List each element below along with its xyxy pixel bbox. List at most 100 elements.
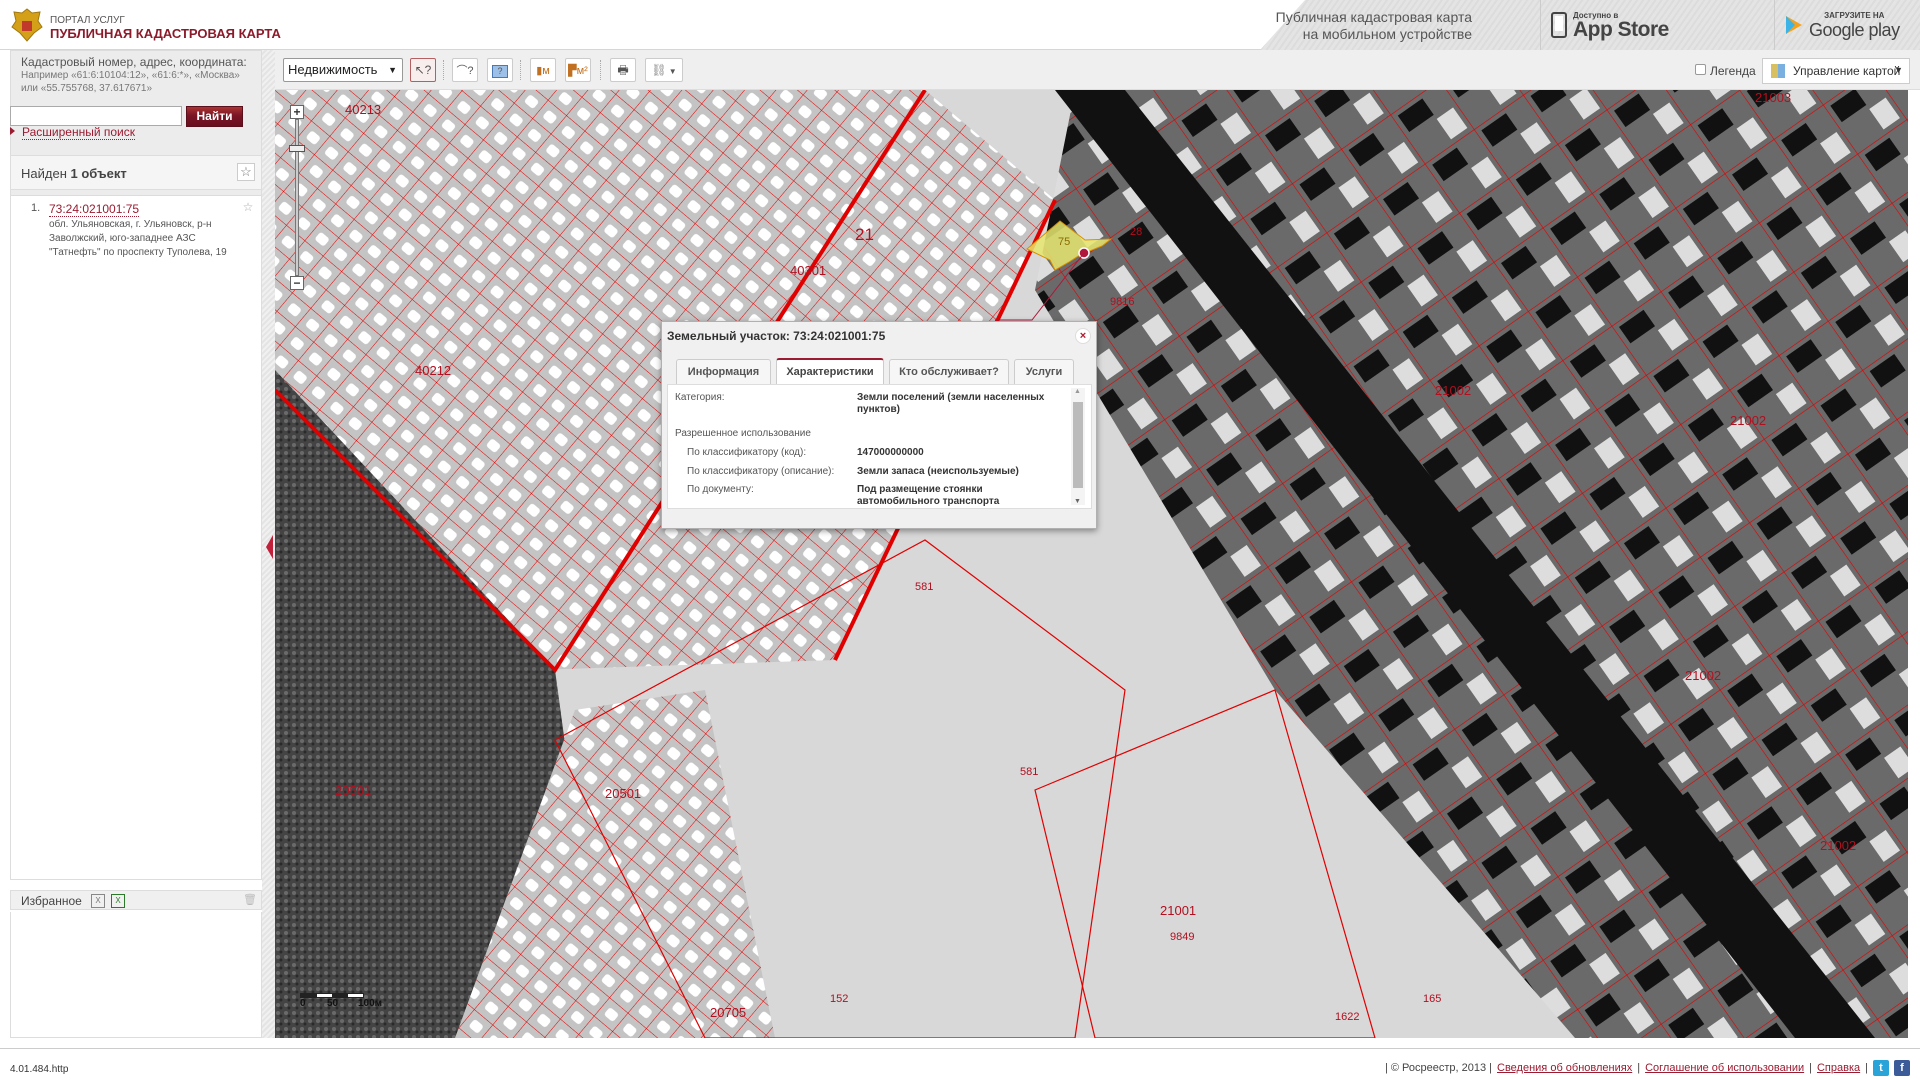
legend-checkbox[interactable]: [1695, 64, 1706, 75]
results-list: 1. 73:24:021001:75 ☆ обл. Ульяновская, г…: [10, 190, 262, 880]
map-label: 28: [1130, 226, 1142, 238]
map-label: 21002: [1820, 838, 1856, 853]
measure-length-button[interactable]: ▮м: [530, 58, 556, 82]
search-hint: Например «61:6:10104:12», «61:6:*», «Мос…: [21, 70, 240, 94]
divider: |: [1865, 1062, 1868, 1074]
map-layer: 40213 40212 40301 21 20501 20501 21001 2…: [275, 90, 1908, 1038]
terms-link[interactable]: Соглашение об использовании: [1645, 1062, 1804, 1074]
find-button[interactable]: Найти: [186, 106, 243, 127]
zoom-in-button[interactable]: +: [290, 105, 304, 119]
excel-export-icon[interactable]: X: [91, 894, 105, 908]
chain-link-icon: ⛓: [651, 63, 667, 77]
found-count: 1 объект: [70, 166, 127, 181]
appstore-big-text: App Store: [1573, 17, 1669, 41]
map-label: 152: [830, 993, 848, 1005]
map-label: 20501: [605, 786, 641, 801]
map-canvas[interactable]: 40213 40212 40301 21 20501 20501 21001 2…: [275, 90, 1908, 1038]
portal-label: ПОРТАЛ УСЛУГ: [50, 15, 125, 26]
print-button[interactable]: 🖶: [610, 58, 636, 82]
toolbar-separator: [520, 60, 521, 80]
site-title[interactable]: ПУБЛИЧНАЯ КАДАСТРОВАЯ КАРТА: [50, 26, 281, 41]
copyright-text: | © Росреестр, 2013 |: [1384, 1062, 1493, 1074]
divider: |: [1637, 1062, 1641, 1074]
map-control-button[interactable]: Управление картой ▼: [1762, 58, 1910, 84]
measure-area-button[interactable]: ▛м²: [565, 58, 591, 82]
map-label: 21003: [1755, 90, 1791, 105]
legend-label[interactable]: Легенда: [1710, 64, 1756, 78]
map-label: 581: [1020, 766, 1038, 778]
updates-link[interactable]: Сведения об обновлениях: [1497, 1062, 1632, 1074]
classifier-code-label: По классификатору (код):: [687, 447, 807, 458]
scale-label: 0: [300, 998, 306, 1009]
scroll-up-arrow-icon[interactable]: ▲: [1074, 388, 1081, 395]
twitter-icon[interactable]: t: [1873, 1060, 1889, 1076]
divider: |: [1809, 1062, 1812, 1074]
map-label: 581: [915, 581, 933, 593]
parcel-info-popup: Земельный участок: 73:24:021001:75 × Инф…: [661, 321, 1097, 529]
trash-icon[interactable]: 🗑: [243, 893, 257, 907]
characteristics-panel: Категория: Земли поселений (земли населе…: [667, 384, 1092, 509]
excel-import-icon[interactable]: X: [111, 894, 125, 908]
zoom-slider[interactable]: + −: [289, 105, 305, 290]
classifier-code-value: 147000000000: [857, 447, 924, 458]
zoom-out-button[interactable]: −: [290, 276, 304, 290]
classifier-desc-value: Земли запаса (неиспользуемые): [857, 466, 1019, 477]
layers-grid-icon: [1771, 64, 1785, 78]
phone-icon: [1551, 12, 1567, 38]
ruler-icon: ▮м: [536, 65, 550, 77]
star-all-icon[interactable]: ☆: [237, 163, 255, 181]
help-link[interactable]: Справка: [1817, 1062, 1860, 1074]
toolbar-separator: [600, 60, 601, 80]
map-label: 40213: [345, 102, 381, 117]
map-label: 21002: [1730, 413, 1766, 428]
tab-characteristics[interactable]: Характеристики: [776, 358, 884, 384]
favorites-list: [10, 912, 262, 1038]
popup-scrollbar[interactable]: ▲ ▼: [1071, 388, 1085, 505]
polygon-question-icon: ?: [492, 65, 508, 78]
tab-who-serves[interactable]: Кто обслуживает?: [889, 359, 1009, 384]
found-prefix: Найден: [21, 166, 67, 181]
scroll-down-arrow-icon[interactable]: ▼: [1074, 498, 1081, 505]
map-label: 20501: [335, 783, 371, 798]
mobile-banner-text: Публичная кадастровая карта на мобильном…: [1276, 9, 1472, 43]
link-button[interactable]: ⛓ ▼: [645, 58, 683, 82]
polygon-identify-button[interactable]: ?: [487, 58, 513, 82]
curve-identify-button[interactable]: ⌒?: [452, 58, 478, 82]
facebook-icon[interactable]: f: [1894, 1060, 1910, 1076]
document-label: По документу:: [687, 484, 754, 495]
layer-select-value: Недвижимость: [288, 62, 378, 77]
map-label: 21: [855, 225, 874, 244]
close-icon[interactable]: ×: [1075, 328, 1091, 344]
mobile-line-2: на мобильном устройстве: [1302, 26, 1472, 42]
classifier-desc-label: По классификатору (описание):: [687, 466, 835, 477]
tab-information[interactable]: Информация: [676, 359, 771, 384]
result-cadastral-link[interactable]: 73:24:021001:75: [49, 202, 140, 217]
advanced-search-link[interactable]: Расширенный поиск: [22, 125, 135, 140]
zoom-track[interactable]: [295, 119, 299, 276]
search-input[interactable]: [10, 106, 182, 126]
popup-title: Земельный участок: 73:24:021001:75: [667, 329, 886, 343]
coat-of-arms-logo[interactable]: [10, 7, 44, 43]
scale-bar: 0 50 100м: [300, 993, 382, 1012]
play-icon: [1786, 16, 1802, 34]
scroll-thumb[interactable]: [1073, 402, 1083, 488]
zoom-handle[interactable]: [289, 145, 305, 152]
google-play-button[interactable]: ЗАГРУЗИТЕ НА Google play: [1774, 0, 1904, 50]
tab-services[interactable]: Услуги: [1014, 359, 1074, 384]
favorites-label: Избранное: [21, 894, 82, 908]
identify-tool-button[interactable]: ↖?: [410, 58, 436, 82]
map-label: 9849: [1170, 931, 1194, 943]
app-store-button[interactable]: Доступно в App Store: [1540, 0, 1670, 50]
star-icon[interactable]: ☆: [241, 200, 255, 214]
footer-links: | © Росреестр, 2013 | Сведения об обновл…: [1385, 1060, 1910, 1076]
dropdown-arrow-icon: ▼: [666, 67, 677, 76]
map-label: 21002: [1685, 668, 1721, 683]
map-label: 20705: [710, 1005, 746, 1020]
collapse-panel-arrow-icon[interactable]: [266, 535, 273, 559]
map-label: 9816: [1110, 296, 1134, 308]
gplay-big-text: Google play: [1809, 19, 1900, 40]
layer-select[interactable]: Недвижимость ▼: [283, 58, 403, 82]
results-header: Найден 1 объект ☆: [10, 155, 262, 190]
curve-question-icon: ⌒?: [456, 65, 474, 77]
document-value: Под размещение стоянки автомобильного тр…: [857, 484, 1000, 507]
